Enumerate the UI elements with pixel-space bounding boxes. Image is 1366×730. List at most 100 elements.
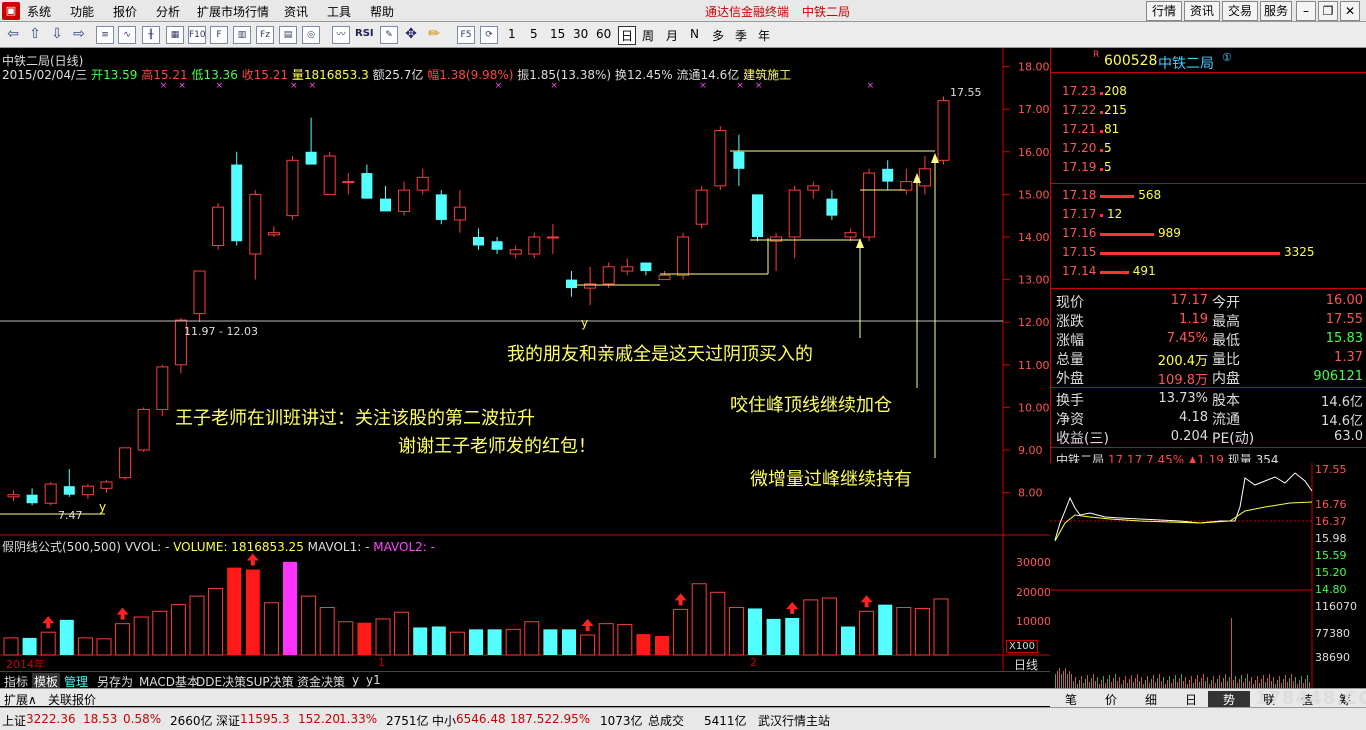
volume-bar[interactable]: [785, 617, 800, 655]
minimize-icon[interactable]: –: [1296, 1, 1316, 21]
candle-body[interactable]: [416, 176, 429, 191]
volume-bar[interactable]: [170, 604, 186, 656]
volume-bar[interactable]: [505, 628, 521, 656]
arrow-left-icon[interactable]: ⇦: [4, 26, 22, 44]
candle-body[interactable]: [323, 155, 336, 195]
volume-bar[interactable]: [580, 634, 596, 656]
period-60min[interactable]: 60: [596, 27, 611, 41]
doc-icon[interactable]: ▤: [279, 26, 297, 44]
volume-bar[interactable]: [283, 561, 297, 655]
candle-body[interactable]: [528, 236, 541, 255]
candle-body[interactable]: [714, 129, 727, 187]
candle-body[interactable]: [100, 481, 113, 489]
candle-body[interactable]: [267, 232, 280, 236]
volume-bar[interactable]: [562, 629, 576, 655]
candle-body[interactable]: [193, 270, 206, 315]
volume-bar[interactable]: [59, 619, 74, 655]
volume-bar[interactable]: [487, 629, 502, 655]
candle-body[interactable]: [788, 189, 801, 238]
period-1min[interactable]: 1: [508, 27, 516, 41]
arrow-down-icon[interactable]: ⇩: [48, 26, 66, 44]
bar-icon[interactable]: ▥: [233, 26, 251, 44]
candle-body[interactable]: [435, 194, 447, 220]
volume-bar[interactable]: [338, 621, 354, 656]
restore-icon[interactable]: ❐: [1318, 1, 1338, 21]
candle-body[interactable]: [361, 173, 373, 199]
menu-analysis[interactable]: 分析: [156, 3, 180, 20]
rtab-tick[interactable]: 笔: [1050, 691, 1092, 708]
line-chart-icon[interactable]: ∿: [118, 26, 136, 44]
tab-y1[interactable]: y1: [364, 673, 383, 687]
volume-bar[interactable]: [77, 637, 93, 656]
volume-bar[interactable]: [617, 624, 633, 656]
server-station[interactable]: 武汉行情主站: [758, 712, 830, 729]
rtab-trend[interactable]: 势: [1208, 691, 1250, 708]
volume-bar[interactable]: [896, 607, 912, 656]
volume-bar[interactable]: [375, 618, 391, 656]
candle-body[interactable]: [658, 274, 671, 281]
volume-bar[interactable]: [673, 608, 689, 656]
kline-chart[interactable]: 18.0017.0016.0015.0014.0013.0012.0011.00…: [0, 48, 1050, 688]
volume-bar[interactable]: [22, 637, 37, 655]
related-quote-button[interactable]: 关联报价: [48, 691, 96, 708]
volume-bar[interactable]: [914, 607, 930, 656]
volume-bar[interactable]: [431, 626, 446, 656]
candle-body[interactable]: [640, 262, 652, 272]
candle-body[interactable]: [231, 164, 243, 242]
candle-body[interactable]: [584, 283, 597, 289]
candle-body[interactable]: [7, 494, 20, 498]
arrow-right-icon[interactable]: ⇨: [70, 26, 88, 44]
info-button[interactable]: 资讯: [1184, 1, 1220, 21]
brush-icon[interactable]: ✎: [380, 26, 398, 44]
volume-bar[interactable]: [40, 631, 56, 656]
candle-body[interactable]: [546, 236, 559, 239]
rsi-icon[interactable]: RSI: [355, 26, 374, 44]
candle-body[interactable]: [918, 168, 931, 187]
candle-body[interactable]: [156, 366, 169, 411]
ext-toggle-button[interactable]: 扩展∧: [4, 691, 37, 708]
candle-body[interactable]: [882, 168, 894, 182]
circle-icon[interactable]: ◎: [302, 26, 320, 44]
volume-bar[interactable]: [3, 637, 19, 656]
candle-body[interactable]: [342, 181, 355, 184]
menu-system[interactable]: 系统: [27, 3, 51, 20]
candle-body[interactable]: [491, 241, 503, 250]
candle-body[interactable]: [844, 232, 857, 238]
close-icon[interactable]: ✕: [1340, 1, 1360, 21]
period-30min[interactable]: 30: [573, 27, 588, 41]
volume-bar[interactable]: [655, 636, 669, 655]
volume-bar[interactable]: [748, 608, 762, 655]
volume-bar[interactable]: [691, 583, 707, 656]
candle-body[interactable]: [863, 172, 876, 238]
candle-body[interactable]: [900, 181, 913, 191]
period-15min[interactable]: 15: [550, 27, 565, 41]
grid-icon[interactable]: ▦: [166, 26, 184, 44]
candle-body[interactable]: [937, 100, 950, 161]
volume-bar[interactable]: [543, 629, 558, 655]
menu-function[interactable]: 功能: [70, 3, 94, 20]
candle-body[interactable]: [137, 409, 150, 451]
move-icon[interactable]: ✥: [402, 26, 420, 44]
volume-bar[interactable]: [245, 569, 260, 656]
service-button[interactable]: 服务: [1260, 1, 1292, 21]
tab-y[interactable]: y: [350, 673, 361, 687]
period-week[interactable]: 周: [642, 27, 654, 44]
volume-bar[interactable]: [803, 599, 819, 656]
volume-bar[interactable]: [710, 591, 726, 656]
quote-button[interactable]: 行情: [1146, 1, 1182, 21]
volume-bar[interactable]: [301, 595, 317, 656]
period-year[interactable]: 年: [758, 27, 770, 44]
volume-bar[interactable]: [933, 598, 949, 656]
volume-bar[interactable]: [133, 616, 149, 656]
volume-bar[interactable]: [413, 627, 428, 655]
rtab-day[interactable]: 日: [1170, 691, 1212, 708]
pencil-icon[interactable]: ✏: [425, 26, 443, 44]
volume-bar[interactable]: [766, 618, 781, 655]
candle-body[interactable]: [733, 151, 745, 169]
candle-body[interactable]: [473, 236, 484, 246]
volume-bar[interactable]: [227, 567, 242, 655]
info-circle-icon[interactable]: ①: [1222, 51, 1232, 64]
volume-bar[interactable]: [728, 607, 744, 656]
volume-bar[interactable]: [878, 604, 893, 655]
volume-bar[interactable]: [821, 597, 837, 656]
